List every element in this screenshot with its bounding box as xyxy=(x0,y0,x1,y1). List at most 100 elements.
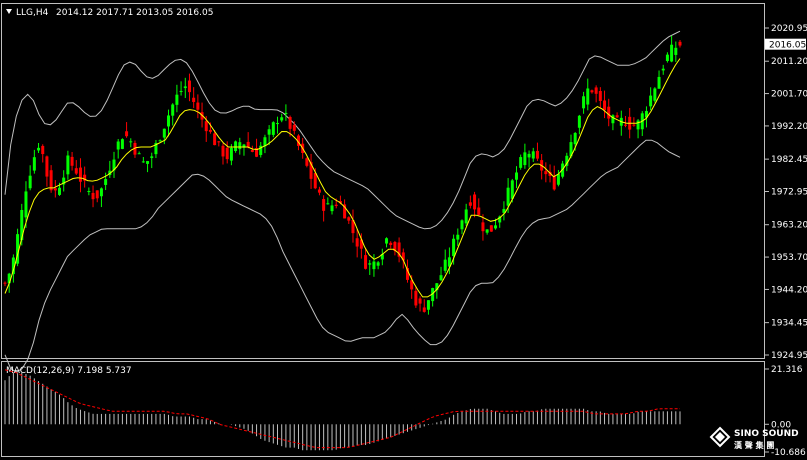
candle-body xyxy=(389,242,393,245)
watermark-brand: SINO SOUND xyxy=(734,429,799,439)
candle-body xyxy=(196,102,200,110)
price-tick-label: 1963.20 xyxy=(771,221,807,231)
candle-body xyxy=(372,261,376,270)
price-tick-label: 2001.70 xyxy=(771,90,807,100)
candle-body xyxy=(544,171,548,175)
candle-body xyxy=(456,234,460,240)
candle-body xyxy=(590,90,594,93)
candle-body xyxy=(385,238,389,244)
candle-body xyxy=(99,188,103,197)
dropdown-triangle-icon[interactable] xyxy=(6,9,12,14)
candle-body xyxy=(225,147,229,160)
candle-body xyxy=(87,191,91,193)
candle-body xyxy=(443,259,447,271)
candle-body xyxy=(37,147,41,151)
price-tick-label: 2011.20 xyxy=(771,57,807,67)
candle-body xyxy=(326,203,330,205)
candle-body xyxy=(45,156,49,177)
candle-body xyxy=(234,141,238,151)
candle-body xyxy=(376,262,380,266)
candle-body xyxy=(317,189,321,193)
candle-body xyxy=(120,139,124,149)
candle-body xyxy=(347,217,351,221)
candle-body xyxy=(494,225,498,229)
candle-body xyxy=(452,238,456,256)
candle-body xyxy=(192,97,196,102)
candle-body xyxy=(586,88,590,105)
candle-body xyxy=(670,44,674,62)
price-tick-label: 1972.95 xyxy=(771,188,807,198)
macd-histogram xyxy=(4,372,681,451)
candle-body xyxy=(577,115,581,128)
watermark-subtitle: 漢 聲 集 團 xyxy=(734,440,774,450)
candle-body xyxy=(657,76,661,89)
candle-body xyxy=(221,145,225,157)
macd-signal-polyline xyxy=(4,369,680,449)
candle-body xyxy=(204,121,208,132)
candle-body xyxy=(179,90,183,92)
candle-body xyxy=(116,141,120,150)
candle-body xyxy=(473,194,477,210)
candle-body xyxy=(607,106,611,119)
candle-body xyxy=(552,176,556,190)
candle-body xyxy=(573,133,577,145)
candle-body xyxy=(171,104,175,116)
candle-body xyxy=(217,141,221,143)
candle-body xyxy=(187,80,191,93)
candle-body xyxy=(439,275,443,281)
candle-body xyxy=(70,156,74,166)
sino-sound-watermark: SINO SOUND 漢 聲 集 團 xyxy=(709,426,799,450)
candle-body xyxy=(175,94,179,105)
candle-body xyxy=(330,205,334,212)
candle-body xyxy=(41,145,45,155)
candle-body xyxy=(66,155,70,175)
candle-body xyxy=(653,88,657,101)
current-price-label: 2016.05 xyxy=(769,41,806,51)
candle-body xyxy=(104,179,108,185)
candle-body xyxy=(32,157,36,171)
candle-body xyxy=(208,129,212,132)
candle-body xyxy=(276,123,280,125)
candle-body xyxy=(280,117,284,121)
candle-body xyxy=(24,191,28,218)
candle-body xyxy=(649,95,653,107)
candle-body xyxy=(213,133,217,146)
candle-body xyxy=(28,175,32,189)
candle-body xyxy=(334,204,338,206)
candle-body xyxy=(95,190,99,199)
candle-body xyxy=(364,255,368,269)
candle-body xyxy=(91,192,95,200)
moving-average xyxy=(4,58,681,298)
candle-body xyxy=(422,307,426,312)
candle-body xyxy=(305,158,309,166)
candle-body xyxy=(582,96,586,109)
candle-body xyxy=(129,141,133,143)
candle-body xyxy=(603,100,607,111)
chart-header[interactable]: LLG,H4 2014.12 2017.71 2013.05 2016.05 xyxy=(6,8,213,18)
candle-body xyxy=(506,187,510,206)
price-panel-frame xyxy=(1,3,765,359)
candle-body xyxy=(531,151,535,159)
candle-body xyxy=(414,290,418,306)
candle-body xyxy=(229,147,233,161)
macd-signal-line xyxy=(4,369,680,449)
candle-body xyxy=(146,161,150,164)
price-tick-label: 1953.70 xyxy=(771,253,807,263)
candle-body xyxy=(523,152,527,166)
candle-body xyxy=(368,263,372,265)
candle-body xyxy=(464,209,468,224)
candle-body xyxy=(636,120,640,130)
candle-body xyxy=(678,41,682,46)
price-axis: 2020.95 2011.20 2001.70 1992.20 1982.45 1972.… xyxy=(765,24,807,361)
candle-body xyxy=(292,124,296,131)
bollinger-lower-line xyxy=(4,139,681,373)
candle-body xyxy=(267,129,271,135)
candle-body xyxy=(510,180,514,199)
ohlc-readout: 2014.12 2017.71 2013.05 2016.05 xyxy=(56,8,213,18)
candle-body xyxy=(355,238,359,247)
candle-body xyxy=(322,199,326,211)
macd-tick-label: -10.686 xyxy=(771,448,806,458)
candle-body xyxy=(246,141,250,148)
candle-body xyxy=(485,229,489,233)
candle-body xyxy=(418,298,422,304)
